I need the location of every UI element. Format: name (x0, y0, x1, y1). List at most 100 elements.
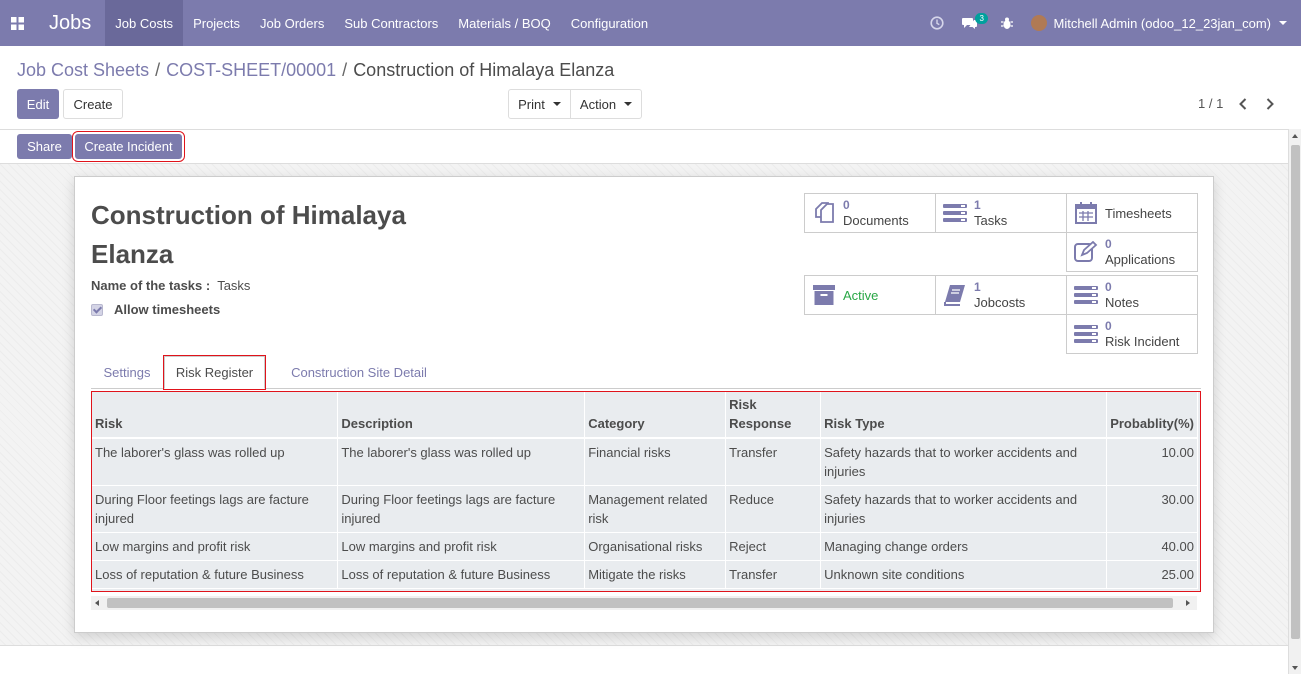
cell-risk-response: Transfer (725, 560, 822, 589)
apps-menu-icon[interactable] (0, 0, 34, 46)
tasks-count: 1 (974, 198, 981, 212)
notes-smart-button[interactable]: 0 Notes (1066, 275, 1198, 315)
user-name: Mitchell Admin (odoo_12_23jan_com) (1053, 15, 1271, 31)
documents-label: Documents (843, 213, 909, 228)
pager-next-icon[interactable] (1263, 95, 1277, 113)
timesheets-smart-button[interactable]: Timesheets (1066, 193, 1198, 233)
column-probability[interactable]: Probablity(%) (1106, 392, 1199, 439)
table-row[interactable]: Low margins and profit risk Low margins … (92, 532, 1199, 561)
pager-value[interactable]: 1 / 1 (1198, 96, 1223, 111)
menu-sub-contractors[interactable]: Sub Contractors (334, 0, 448, 46)
vertical-scrollbar[interactable] (1288, 129, 1301, 674)
scroll-up-icon[interactable] (1292, 134, 1298, 138)
record-title-line1: Construction of Himalaya (91, 200, 406, 230)
applications-label: Applications (1105, 252, 1176, 267)
table-row[interactable]: During Floor feetings lags are facture i… (92, 485, 1199, 533)
jobcosts-label: Jobcosts (974, 295, 1026, 310)
tasks-label: Tasks (974, 213, 1008, 228)
horizontal-scrollbar[interactable] (91, 596, 1197, 610)
app-brand[interactable]: Jobs (34, 0, 105, 46)
notes-count: 0 (1105, 280, 1112, 294)
cell-risk-type: Safety hazards that to worker accidents … (820, 485, 1107, 533)
jobcosts-smart-button[interactable]: 1 Jobcosts (935, 275, 1067, 315)
tasks-name-value: Tasks (217, 278, 251, 293)
calendar-icon (1067, 202, 1105, 224)
debug-bug-icon[interactable] (987, 0, 1022, 46)
tasks-smart-button[interactable]: 1 Tasks (935, 193, 1067, 233)
book-icon (936, 284, 974, 306)
table-row[interactable]: The laborer's glass was rolled up The la… (92, 438, 1199, 486)
menu-projects[interactable]: Projects (183, 0, 250, 46)
messages-chat-icon[interactable]: 3 (953, 0, 988, 46)
table-header-row: Risk Description Category Risk Response … (92, 392, 1199, 439)
cell-category: Financial risks (584, 438, 727, 486)
scroll-thumb[interactable] (107, 598, 1173, 608)
breadcrumb-job-cost-sheets[interactable]: Job Cost Sheets (17, 60, 149, 81)
notebook-tabs: Settings Risk Register Construction Site… (91, 355, 1201, 390)
risk-incident-count: 0 (1105, 319, 1112, 333)
action-label: Action (579, 96, 617, 112)
create-incident-button[interactable]: Create Incident (72, 131, 185, 162)
cell-risk: Low margins and profit risk (92, 532, 339, 561)
activity-clock-icon[interactable] (921, 0, 953, 46)
avatar (1031, 15, 1048, 31)
scroll-down-icon[interactable] (1292, 666, 1298, 670)
tab-risk-register[interactable]: Risk Register (163, 355, 266, 390)
cell-risk-response: Reject (725, 532, 822, 561)
edit-pencil-icon (1067, 241, 1105, 263)
documents-count: 0 (843, 198, 850, 212)
messages-badge: 3 (975, 13, 988, 24)
allow-timesheets-checkbox[interactable] (91, 304, 103, 316)
action-dropdown[interactable]: Action (570, 89, 642, 119)
column-description[interactable]: Description (337, 392, 586, 439)
top-navbar: Jobs Job Costs Projects Job Orders Sub C… (0, 0, 1301, 46)
tasks-icon (1067, 285, 1105, 305)
scroll-right-icon[interactable] (1186, 600, 1190, 606)
tasks-name-label: Name of the tasks : (91, 278, 211, 293)
column-risk-response[interactable]: Risk Response (725, 392, 822, 439)
menu-job-orders[interactable]: Job Orders (250, 0, 334, 46)
cell-probability: 40.00 (1106, 532, 1199, 561)
cell-risk: Loss of reputation & future Business (92, 560, 339, 589)
active-label: Active (843, 287, 879, 303)
menu-job-costs[interactable]: Job Costs (105, 0, 184, 46)
table-row[interactable]: Loss of reputation & future Business Los… (92, 560, 1199, 589)
column-risk-type[interactable]: Risk Type (820, 392, 1107, 439)
edit-button[interactable]: Edit (17, 89, 59, 119)
applications-count: 0 (1105, 237, 1112, 251)
cell-description: The laborer's glass was rolled up (337, 438, 586, 486)
tab-construction-site-detail[interactable]: Construction Site Detail (269, 356, 449, 389)
record-title: Construction of Himalaya Elanza (91, 196, 491, 274)
cell-category: Organisational risks (584, 532, 727, 561)
cell-description: During Floor feetings lags are facture i… (337, 485, 586, 533)
breadcrumb-current: Construction of Himalaya Elanza (353, 60, 615, 80)
cell-risk-type: Managing change orders (820, 532, 1107, 561)
applications-smart-button[interactable]: 0 Applications (1066, 232, 1198, 272)
form-statusbar (0, 129, 1288, 164)
active-toggle-button[interactable]: Active (804, 275, 936, 315)
breadcrumb-cost-sheet[interactable]: COST-SHEET/00001 (166, 60, 336, 81)
print-dropdown[interactable]: Print (508, 89, 571, 119)
user-menu[interactable]: Mitchell Admin (odoo_12_23jan_com) (1022, 15, 1301, 31)
cell-risk-type: Unknown site conditions (820, 560, 1107, 589)
menu-configuration[interactable]: Configuration (561, 0, 658, 46)
scroll-left-icon[interactable] (95, 600, 99, 606)
risk-register-table: Risk Description Category Risk Response … (91, 391, 1201, 592)
pager-previous-icon[interactable] (1236, 95, 1250, 113)
documents-smart-button[interactable]: 0 Documents (804, 193, 936, 233)
menu-materials-boq[interactable]: Materials / BOQ (448, 0, 560, 46)
risk-incident-smart-button[interactable]: 0 Risk Incident (1066, 314, 1198, 354)
column-risk[interactable]: Risk (92, 392, 339, 439)
breadcrumb: Job Cost Sheets / COST-SHEET/00001 / Con… (17, 60, 614, 81)
column-category[interactable]: Category (584, 392, 727, 439)
scroll-thumb[interactable] (1291, 145, 1300, 639)
cell-risk: During Floor feetings lags are facture i… (92, 485, 339, 533)
tab-settings[interactable]: Settings (91, 356, 163, 389)
create-button[interactable]: Create (63, 89, 123, 119)
share-button[interactable]: Share (17, 134, 72, 159)
cell-description: Low margins and profit risk (337, 532, 586, 561)
cell-probability: 10.00 (1106, 438, 1199, 486)
tasks-name-field: Name of the tasks : Tasks (91, 278, 250, 293)
archive-box-icon (805, 285, 843, 305)
cell-risk-response: Reduce (725, 485, 822, 533)
